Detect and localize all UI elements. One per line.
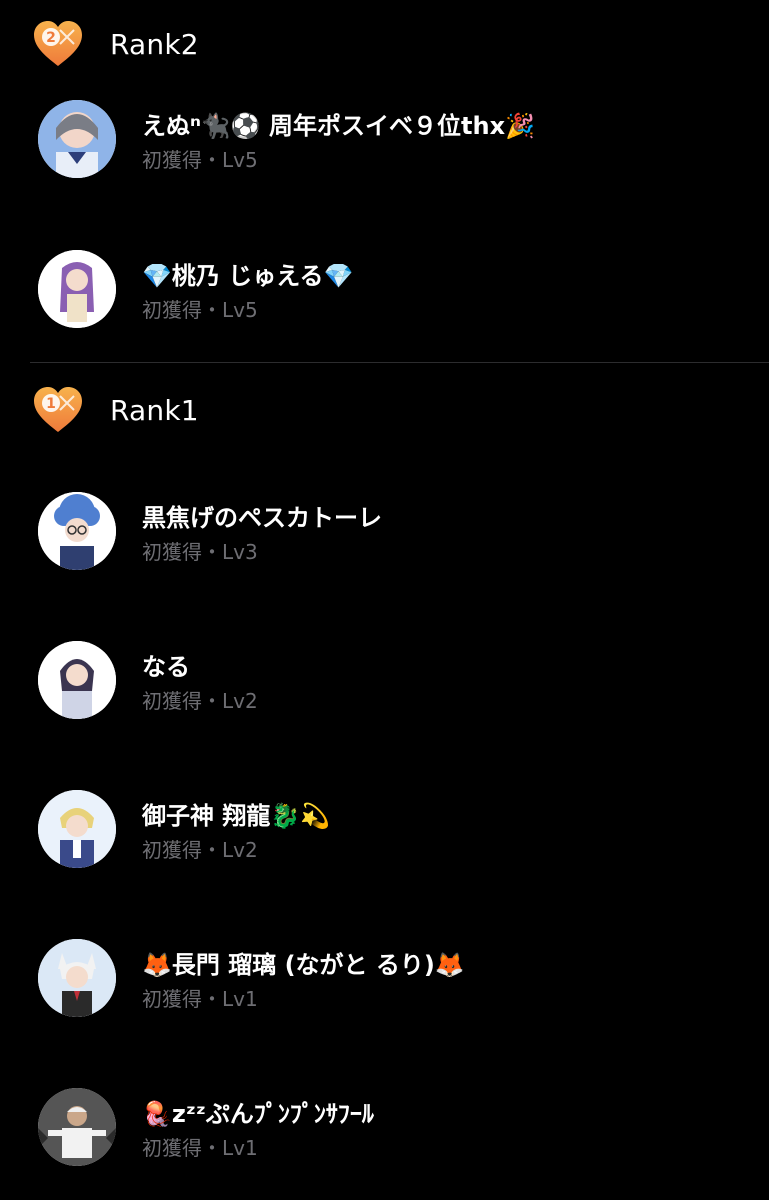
rank-badge-number: 1 [46,396,56,412]
user-name: なる [142,653,190,681]
user-name: 🪼zᶻᶻぷんﾌﾟﾝﾌﾟﾝｻﾌｰﾙ [142,1100,374,1128]
achievement-meta: 初獲得・Lv1 [142,987,258,1011]
user-name: 💎桃乃 じゅえる💎 [142,262,354,290]
list-item[interactable]: 🦊長門 瑠璃 (ながと るり)🦊 初獲得・Lv1 [38,939,758,1019]
list-item[interactable]: えぬⁿ🐈‍⬛⚽️ 周年ポスイベ９位thx🎉 初獲得・Lv5 [38,100,758,180]
rank-header-2: 2 Rank2 [30,12,199,76]
list-item[interactable]: なる 初獲得・Lv2 [38,641,758,721]
avatar-fox-ears-boy-icon[interactable] [38,939,116,1017]
avatar-anime-girl-purple-hair-icon[interactable] [38,250,116,328]
user-name: 黒焦げのペスカトーレ [142,504,382,532]
achievement-meta: 初獲得・Lv5 [142,148,258,172]
user-name: えぬⁿ🐈‍⬛⚽️ 周年ポスイベ９位thx🎉 [142,112,535,140]
rank-title: Rank2 [110,27,199,61]
rank-heart-icon: 2 [30,16,86,72]
achievement-meta: 初獲得・Lv1 [142,1136,258,1160]
rank-badge-number: 2 [46,30,56,46]
avatar-anime-girl-dark-hair-icon[interactable] [38,641,116,719]
section-divider [30,362,769,363]
achievement-meta: 初獲得・Lv2 [142,838,258,862]
avatar-white-haired-man-icon[interactable] [38,1088,116,1166]
list-item[interactable]: 黒焦げのペスカトーレ 初獲得・Lv3 [38,492,758,572]
rank-heart-icon: 1 [30,382,86,438]
achievement-meta: 初獲得・Lv2 [142,689,258,713]
rank-header-1: 1 Rank1 [30,378,199,442]
avatar-blue-afro-glasses-icon[interactable] [38,492,116,570]
achievement-meta: 初獲得・Lv3 [142,540,258,564]
user-name: 🦊長門 瑠璃 (ながと るり)🦊 [142,951,465,979]
list-item[interactable]: 🪼zᶻᶻぷんﾌﾟﾝﾌﾟﾝｻﾌｰﾙ 初獲得・Lv1 [38,1088,758,1168]
achievement-meta: 初獲得・Lv5 [142,298,258,322]
user-name: 御子神 翔龍🐉💫 [142,802,331,830]
list-item[interactable]: 御子神 翔龍🐉💫 初獲得・Lv2 [38,790,758,870]
avatar-anime-girl-gray-hair-icon[interactable] [38,100,116,178]
list-item[interactable]: 💎桃乃 じゅえる💎 初獲得・Lv5 [38,250,758,330]
rank-title: Rank1 [110,393,199,427]
avatar-anime-boy-blonde-icon[interactable] [38,790,116,868]
